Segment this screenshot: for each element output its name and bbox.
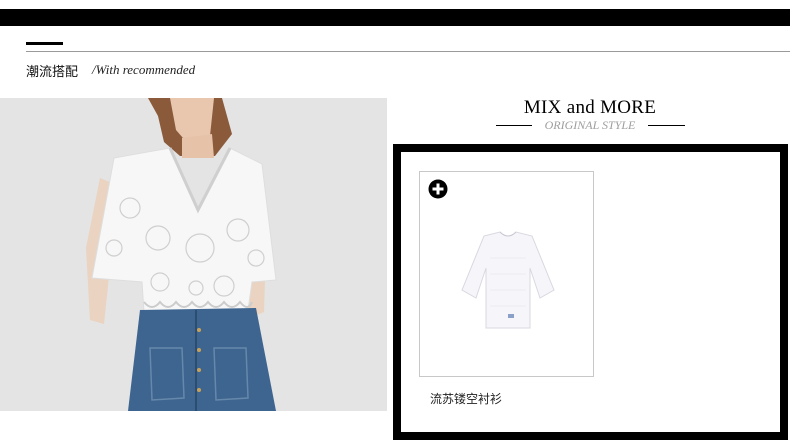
mix-subtitle: ORIGINAL STYLE <box>544 118 636 132</box>
subtitle-line-left <box>496 125 532 126</box>
product-card[interactable] <box>419 171 594 377</box>
mix-title: MIX and MORE <box>523 97 657 118</box>
top-banner-bar <box>0 9 790 26</box>
model-photo <box>0 98 387 411</box>
section-divider <box>26 51 790 52</box>
model-neck <box>182 134 214 158</box>
mix-subtitle-row: ORIGINAL STYLE <box>496 118 686 134</box>
product-frame: 流苏镂空衬衫 <box>393 144 788 440</box>
product-name[interactable]: 流苏镂空衬衫 <box>430 390 502 407</box>
section-subtitle: /With recommended <box>92 62 196 77</box>
subtitle-line-right <box>648 125 685 126</box>
product-image[interactable] <box>446 228 570 332</box>
section-accent-line <box>26 42 63 45</box>
section-title: 潮流搭配 <box>26 64 79 79</box>
plus-circle-icon[interactable] <box>428 179 448 199</box>
